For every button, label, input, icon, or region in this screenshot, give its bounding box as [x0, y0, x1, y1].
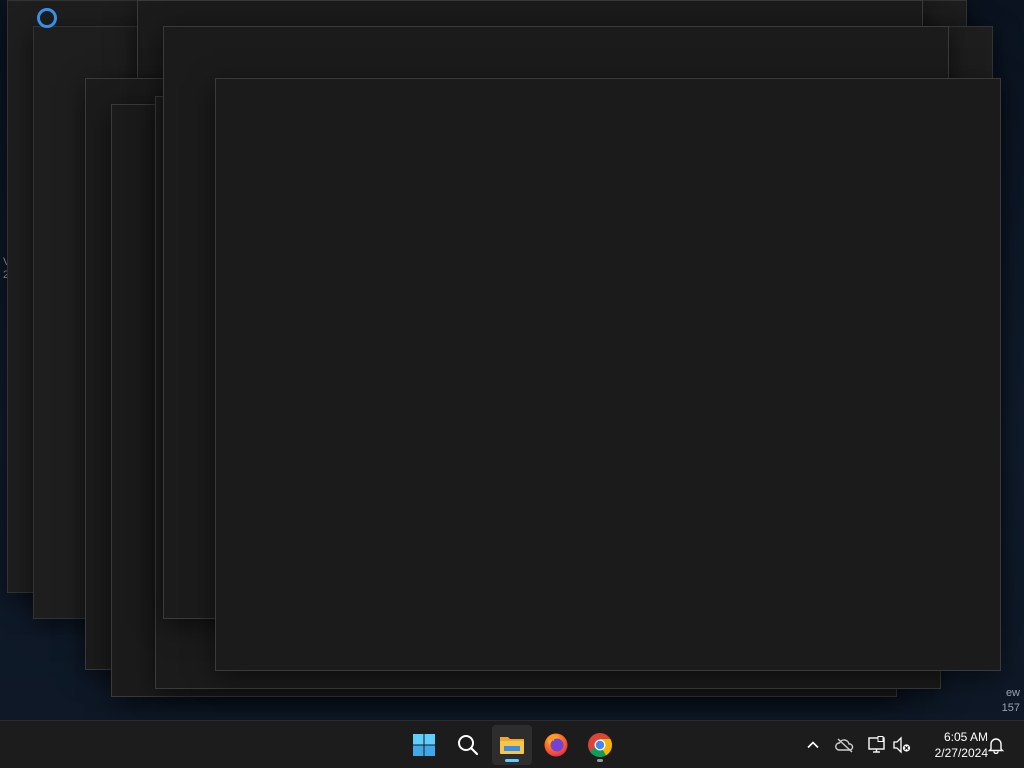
desktop-partial-text-line1: ew — [1005, 687, 1020, 699]
blank-window-8[interactable] — [215, 78, 1001, 671]
loading-spinner-icon — [37, 8, 57, 28]
windows-logo-icon — [413, 734, 435, 756]
firefox-button[interactable] — [536, 725, 576, 765]
show-hidden-icons-button[interactable] — [801, 733, 825, 757]
desktop-partial-text-right: ew 157 — [1002, 686, 1020, 716]
file-explorer-button[interactable] — [492, 725, 532, 765]
chevron-up-icon — [807, 741, 819, 749]
chrome-icon — [588, 733, 613, 758]
active-indicator — [505, 759, 519, 762]
desktop-partial-text-line2: 157 — [1001, 702, 1020, 714]
running-indicator — [597, 759, 603, 762]
start-button[interactable] — [404, 725, 444, 765]
notifications-button[interactable] — [984, 733, 1008, 757]
desktop: V 2 ew 157 — [0, 0, 1024, 720]
search-icon — [458, 735, 479, 756]
onedrive-button[interactable] — [833, 733, 857, 757]
clock-button[interactable]: 6:05 AM 2/27/2024 — [918, 729, 988, 761]
firefox-icon — [544, 733, 568, 757]
network-monitor-icon — [868, 736, 885, 753]
folder-icon — [500, 737, 524, 754]
taskbar: 6:05 AM 2/27/2024 — [0, 720, 1024, 768]
search-button[interactable] — [448, 725, 488, 765]
volume-button[interactable] — [890, 733, 914, 757]
clock-time: 6:05 AM — [943, 730, 988, 744]
chrome-button[interactable] — [580, 725, 620, 765]
bell-icon — [987, 738, 1005, 754]
cloud-offline-icon — [835, 738, 854, 753]
clock-date: 2/27/2024 — [934, 746, 988, 760]
volume-muted-icon — [893, 736, 911, 754]
network-button[interactable] — [865, 733, 889, 757]
